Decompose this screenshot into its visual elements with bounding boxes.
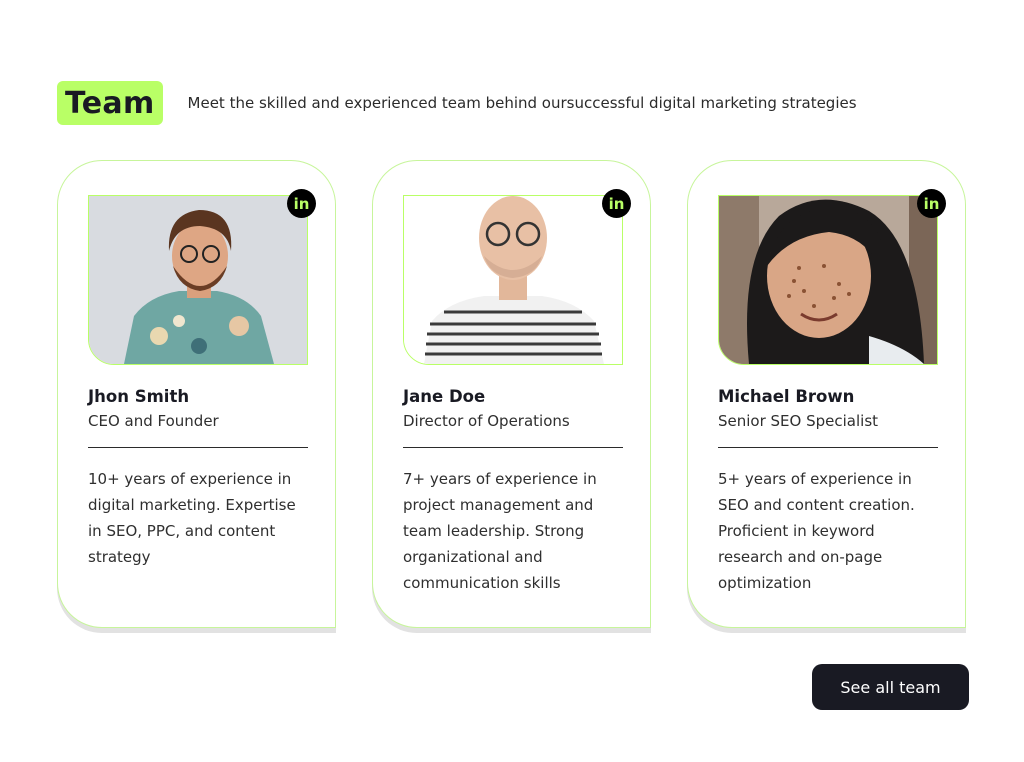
member-photo xyxy=(403,195,623,365)
member-role: CEO and Founder xyxy=(88,412,219,430)
member-photo-wrap: in xyxy=(718,189,946,365)
card-divider xyxy=(88,447,308,448)
team-card-1: in Jhon Smith CEO and Founder 10+ years … xyxy=(57,160,336,628)
member-bio: 5+ years of experience in SEO and conten… xyxy=(718,470,915,592)
linkedin-icon[interactable]: in xyxy=(287,189,316,218)
linkedin-icon[interactable]: in xyxy=(602,189,631,218)
member-role: Senior SEO Specialist xyxy=(718,412,879,430)
member-role: Director of Operations xyxy=(403,412,570,430)
linkedin-icon[interactable]: in xyxy=(917,189,946,218)
card-divider xyxy=(718,447,938,448)
member-bio: 7+ years of experience in project manage… xyxy=(403,470,597,592)
team-card-3: in Michael Brown Senior SEO Specialist 5… xyxy=(687,160,966,628)
member-photo-wrap: in xyxy=(88,189,316,365)
member-bio: 10+ years of experience in digital marke… xyxy=(88,470,296,566)
card-divider xyxy=(403,447,623,448)
member-photo xyxy=(718,195,938,365)
section-tag: Team xyxy=(57,81,163,125)
see-all-team-button[interactable]: See all team xyxy=(812,664,969,710)
team-card-2: in Jane Doe Director of Operations 7+ ye… xyxy=(372,160,651,628)
section-subtitle: Meet the skilled and experienced team be… xyxy=(187,94,857,112)
member-name: Jhon Smith xyxy=(88,387,190,406)
member-name: Michael Brown xyxy=(718,387,855,406)
member-photo xyxy=(88,195,308,365)
member-name: Jane Doe xyxy=(403,387,486,406)
section-header: Team Meet the skilled and experienced te… xyxy=(57,81,857,125)
member-photo-wrap: in xyxy=(403,189,631,365)
